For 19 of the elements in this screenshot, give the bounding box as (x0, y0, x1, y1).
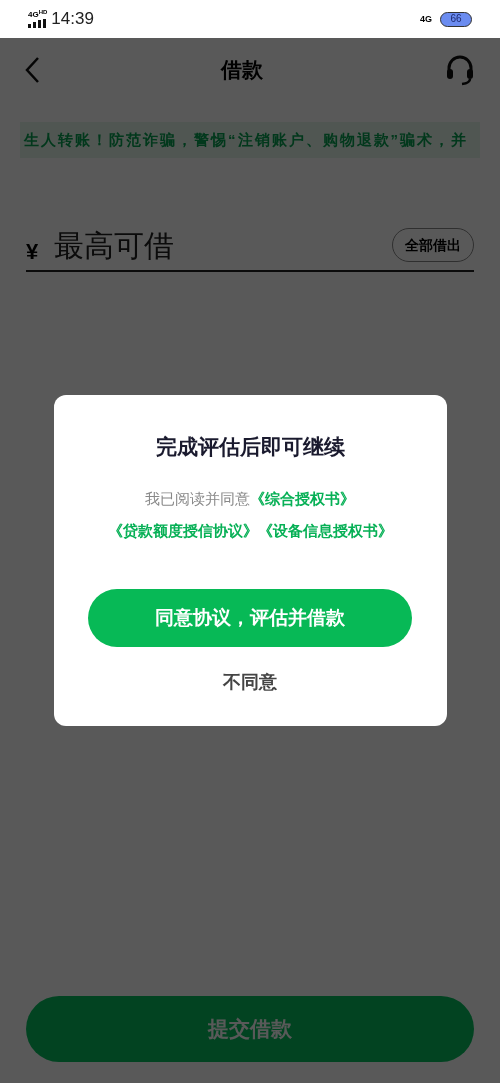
agreement-link[interactable]: 《设备信息授权书》 (257, 521, 393, 539)
currency-symbol: ¥ (26, 237, 39, 266)
back-icon[interactable] (24, 56, 40, 84)
agreement-link[interactable]: 《综合授权书》 (250, 489, 355, 507)
agreement-link[interactable]: 《贷款额度授信协议》 (107, 521, 258, 539)
clock-time: 14:39 (51, 8, 94, 31)
amount-field[interactable]: 最高可借 (54, 222, 392, 268)
notice-text: 生人转账！防范诈骗，警惕“注销账户、购物退款”骗术，并 (24, 129, 468, 150)
signal-icon (28, 18, 46, 28)
headset-icon[interactable] (444, 54, 476, 86)
agree-button[interactable]: 同意协议，评估并借款 (88, 588, 412, 647)
page-title: 借款 (221, 57, 263, 84)
agreement-text: 我已阅读并同意《综合授权书》 《贷款额度授信协议》《设备信息授权书》 (106, 488, 394, 541)
battery-indicator: 66 (440, 11, 472, 27)
decline-button[interactable]: 不同意 (223, 668, 277, 696)
submit-button[interactable]: 提交借款 (26, 996, 474, 1062)
network-label: 4G$^{HD}$ (28, 10, 48, 19)
dialog-title: 完成评估后即可继续 (155, 434, 345, 461)
data-type-label: 4G (420, 14, 432, 24)
